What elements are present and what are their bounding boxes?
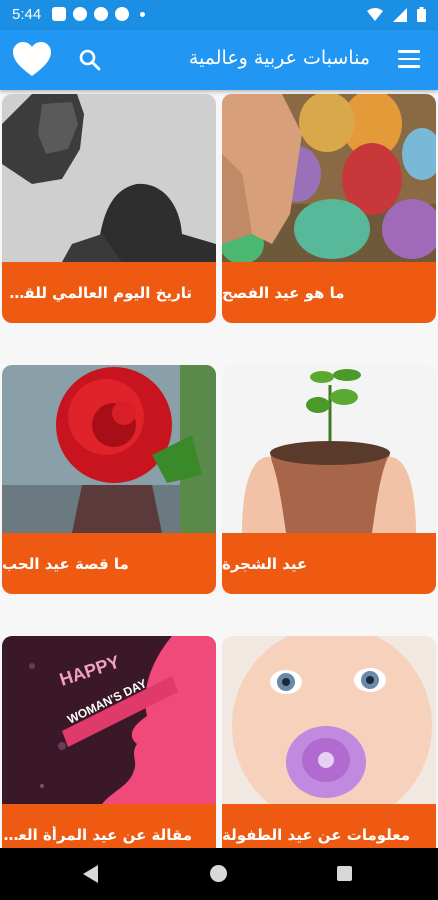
wifi-icon [367, 7, 383, 21]
card-valentine-day[interactable]: ما قصة عيد الحب [2, 365, 216, 594]
red-rose-image [2, 365, 216, 533]
search-button[interactable] [78, 48, 102, 72]
status-bar: 5:44 [0, 0, 438, 30]
card-label: معلومات عن عيد الطفولة [222, 804, 436, 848]
signal-icon [393, 7, 407, 22]
card-label: ما قصة عيد الحب [2, 533, 216, 594]
notification-circle-icon [94, 7, 108, 21]
card-violence-against-women-day[interactable]: تاريخ اليوم العالمي للقضاء على العنف ضد … [2, 94, 216, 323]
battery-icon [417, 7, 426, 22]
plant-pot-image [222, 365, 436, 533]
card-easter[interactable]: ما هو عيد الفصح [222, 94, 436, 323]
baby-pacifier-image [222, 636, 436, 804]
hamburger-menu-icon[interactable] [398, 50, 420, 68]
status-time: 5:44 [12, 6, 42, 23]
cards-grid: ما هو عيد الفصح تاريخ اليوم العالمي للقض… [0, 90, 438, 848]
home-icon[interactable] [210, 865, 227, 882]
card-womens-day[interactable]: HAPPY WOMAN'S DAY مقالة عن عيد المرأة ال… [2, 636, 216, 848]
notification-circle-icon [115, 7, 129, 21]
system-navigation-bar [0, 848, 438, 900]
card-label: ما هو عيد الفصح [222, 262, 436, 323]
system-icons [367, 7, 426, 22]
card-label: مقالة عن عيد المرأة العالمي [2, 804, 216, 848]
app-title: مناسبات عربية وعالمية [188, 47, 370, 69]
notification-square-icon [52, 7, 66, 21]
womens-day-image: HAPPY WOMAN'S DAY [2, 636, 216, 804]
woman-fist-image [2, 94, 216, 262]
back-icon[interactable] [83, 865, 98, 883]
app-bar: مناسبات عربية وعالمية [0, 30, 438, 90]
notification-dot-icon [140, 11, 145, 17]
notification-circle-icon [73, 7, 87, 21]
card-label: تاريخ اليوم العالمي للقضاء على العنف ضد … [2, 262, 216, 323]
card-label: عيد الشجرة [222, 533, 436, 594]
card-childhood-day[interactable]: معلومات عن عيد الطفولة [222, 636, 436, 848]
recent-apps-icon[interactable] [337, 866, 352, 881]
notification-icons [52, 7, 145, 21]
favorites-button[interactable] [12, 40, 52, 80]
easter-eggs-image [222, 94, 436, 262]
heart-icon [13, 42, 51, 76]
card-tree-day[interactable]: عيد الشجرة [222, 365, 436, 594]
search-icon [79, 49, 101, 71]
